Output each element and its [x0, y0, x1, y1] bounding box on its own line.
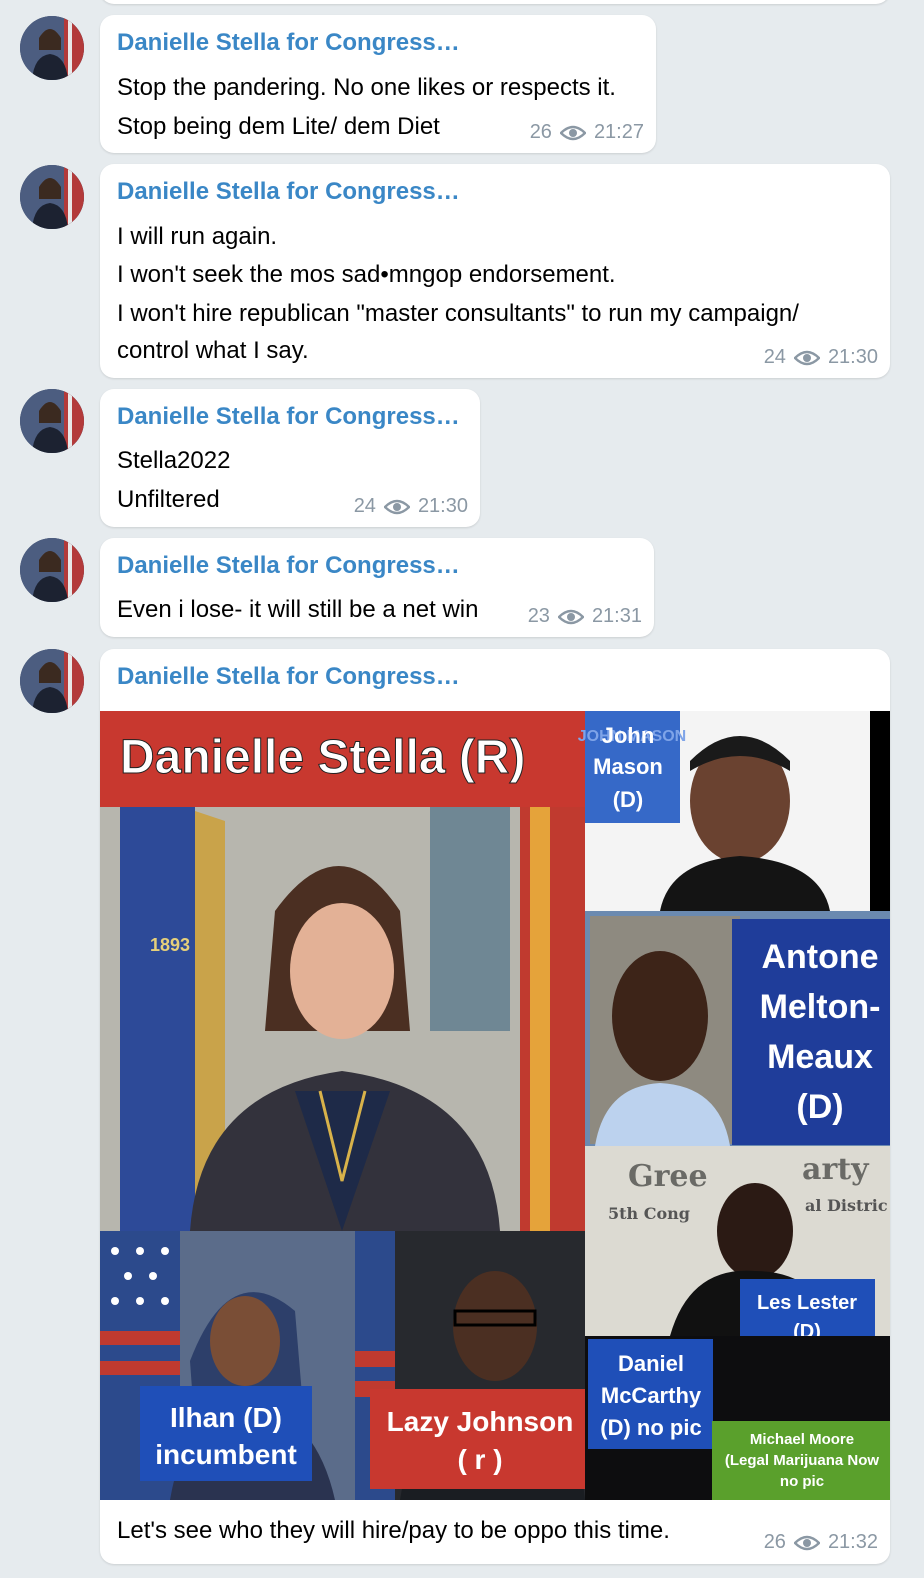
melton-label-line: Melton- — [760, 988, 881, 1026]
moore-label-line: Michael Moore — [750, 1431, 854, 1448]
sender-name[interactable]: Danielle Stella for Congress… — [117, 663, 460, 691]
melton-label-line: Meaux — [767, 1038, 873, 1076]
message-time: 21:30 — [417, 495, 468, 517]
message-text-line: Unfiltered — [117, 486, 220, 513]
mason-label-line: Mason — [593, 754, 663, 779]
sender-name[interactable]: Danielle Stella for Congress… — [117, 552, 460, 580]
johnson-label-line: Lazy Johnson — [387, 1406, 574, 1437]
stella-panel: 1893 Danielle Stella (R) — [100, 711, 585, 1231]
ilhan-label-line: incumbent — [155, 1439, 297, 1470]
message-meta: 26 21:32 — [764, 1531, 878, 1554]
message-meta: 26 21:27 — [530, 121, 644, 144]
ilhan-panel: Ilhan (D) incumbent — [100, 1231, 355, 1500]
mason-label-line: John — [602, 723, 655, 748]
message-meta: 24 21:30 — [354, 495, 468, 518]
sender-avatar[interactable] — [20, 165, 84, 229]
green-party-text: arty — [802, 1152, 870, 1187]
eye-icon — [559, 125, 586, 140]
view-count: 26 — [763, 1531, 786, 1553]
eye-icon — [793, 350, 820, 365]
melton-panel: Antone Melton- Meaux (D) — [585, 911, 890, 1146]
district-text: al Distric — [805, 1196, 888, 1215]
ilhan-label-line: Ilhan (D) — [170, 1402, 282, 1433]
message-text-line: I won't seek the mos sad•mngop endorseme… — [117, 261, 616, 288]
view-count: 24 — [763, 346, 786, 368]
sender-avatar[interactable] — [20, 16, 84, 80]
view-count: 23 — [527, 605, 550, 627]
message-text-line: I won't hire republican "master consulta… — [117, 300, 799, 327]
sender-name[interactable]: Danielle Stella for Congress… — [117, 403, 460, 431]
johnson-label-line: ( r ) — [457, 1444, 502, 1475]
candidates-collage-image[interactable]: 1893 Danielle Stella (R) JOHN MASON John… — [100, 711, 890, 1500]
flag-year-text: 1893 — [150, 935, 190, 955]
sender-avatar[interactable] — [20, 389, 84, 453]
johnson-panel: Lazy Johnson ( r ) — [355, 1231, 585, 1500]
sender-avatar[interactable] — [20, 538, 84, 602]
message-time: 21:31 — [591, 605, 642, 627]
image-caption: Let's see who they will hire/pay to be o… — [117, 1517, 670, 1544]
view-count: 24 — [353, 495, 376, 517]
eye-icon — [557, 609, 584, 624]
message-bubble: Danielle Stella for Congress… Stella2022… — [100, 389, 480, 527]
message-text-line: I will run again. — [117, 223, 278, 250]
previous-message-bubble-edge — [100, 0, 890, 4]
melton-label-line: (D) — [796, 1088, 843, 1126]
green-party-text: Gree — [628, 1159, 708, 1194]
sender-avatar[interactable] — [20, 649, 84, 713]
message-time: 21:27 — [593, 121, 644, 143]
message-time: 21:30 — [827, 346, 878, 368]
moore-label-line: no pic — [780, 1473, 824, 1490]
moore-label-line: (Legal Marijuana Now — [725, 1452, 880, 1469]
mccarthy-label-line: McCarthy — [601, 1383, 702, 1408]
view-count: 26 — [529, 121, 552, 143]
message-meta: 24 21:30 — [764, 346, 878, 369]
message-bubble: Danielle Stella for Congress… Stop the p… — [100, 15, 656, 153]
sender-name[interactable]: Danielle Stella for Congress… — [117, 178, 460, 206]
mccarthy-label-line: (D) no pic — [600, 1415, 701, 1440]
district-text: 5th Cong — [608, 1204, 690, 1223]
message-text-line: control what I say. — [117, 337, 309, 364]
message-text-line: Stop being dem Lite/ dem Diet — [117, 113, 440, 140]
message-time: 21:32 — [827, 1531, 878, 1553]
message-text-line: Stop the pandering. No one likes or resp… — [117, 74, 616, 101]
eye-icon — [793, 1535, 820, 1550]
lester-panel: Gree arty 5th Cong al Distric Les Lester… — [585, 1146, 890, 1349]
mccarthy-label-line: Daniel — [618, 1351, 684, 1376]
lester-label-line: Les Lester — [757, 1292, 857, 1314]
mason-panel: JOHN MASON John Mason (D) — [578, 711, 890, 911]
message-meta: 23 21:31 — [528, 605, 642, 628]
message-bubble: Danielle Stella for Congress… I will run… — [100, 164, 890, 378]
melton-label-line: Antone — [761, 938, 878, 976]
message-text-line: Stella2022 — [117, 447, 231, 474]
mason-label-line: (D) — [613, 787, 644, 812]
sender-name[interactable]: Danielle Stella for Congress… — [117, 29, 460, 57]
mccarthy-panel: Daniel McCarthy (D) no pic Michael Moore… — [585, 1336, 890, 1500]
eye-icon — [383, 499, 410, 514]
stella-name-banner: Danielle Stella (R) — [120, 731, 525, 784]
message-text-line: Even i lose- it will still be a net win — [117, 596, 479, 623]
message-bubble: Danielle Stella for Congress… 1893 Danie… — [100, 649, 890, 1564]
message-bubble: Danielle Stella for Congress… Even i los… — [100, 538, 654, 637]
